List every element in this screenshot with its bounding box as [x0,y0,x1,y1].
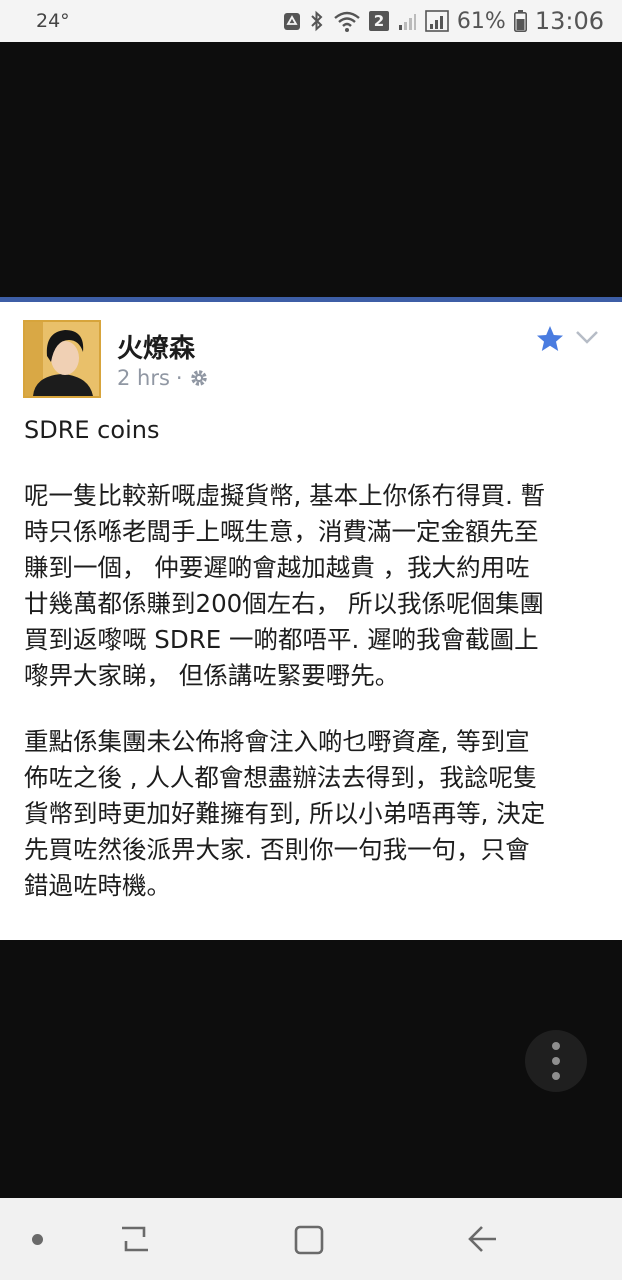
dot-icon [552,1072,560,1080]
signal-weak-icon [398,14,416,30]
post-paragraph-1: 呢一隻比較新嘅虛擬貨幣, 基本上你係冇得買. 暫 時只係喺老闆手上嘅生意，消費滿… [24,478,602,694]
gear-icon[interactable] [189,368,209,388]
battery-icon [513,10,527,32]
battery-percent: 61% [456,8,506,34]
back-icon[interactable] [466,1224,498,1254]
text-line: 賺到一個， 仲要遲啲會越加越貴 ，我大約用咗 [24,553,530,582]
navigation-bar [0,1198,622,1280]
dot-icon [552,1042,560,1050]
star-icon[interactable] [535,324,565,354]
text-line: 買到返嚟嘅 SDRE 一啲都唔平. 遲啲我會截圖上 [24,625,539,654]
more-options-button[interactable] [525,1030,587,1092]
text-line: 廿幾萬都係賺到200個左右， 所以我係呢個集團 [24,589,545,618]
avatar-portrait [25,322,99,396]
text-line: 重點係集團未公佈將會注入啲乜嘢資產, 等到宣 [24,727,530,756]
recent-apps-icon[interactable] [118,1222,152,1256]
text-line: 嚟畀大家睇， 但係講咗緊要嘢先。 [24,661,400,690]
clock: 13:06 [534,7,604,35]
temperature: 24° [36,10,70,32]
sim-number: 2 [373,12,385,30]
post-card: 火燎森 2 hrs · SDRE coins 呢一隻比較新嘅虛擬貨幣, 基本上你… [0,302,622,940]
video-area-top [0,42,622,297]
meta-separator: · [175,366,183,390]
dot-icon [552,1057,560,1065]
status-bar: 24° 2 61% 13:06 [0,0,622,42]
text-line: 時只係喺老闆手上嘅生意，消費滿一定金額先至 [24,517,539,546]
nav-dot-icon [32,1234,43,1245]
text-line: 貨幣到時更加好難擁有到, 所以小弟唔再等, 決定 [24,799,546,828]
sim-badge: 2 [368,11,389,31]
avatar[interactable] [23,320,101,398]
author-name[interactable]: 火燎森 [117,328,195,365]
post-title: SDRE coins [24,416,160,444]
text-line: 先買咗然後派畀大家. 否則你一句我一句，只會 [24,835,530,864]
chevron-down-icon[interactable] [575,329,599,345]
post-paragraph-2: 重點係集團未公佈將會注入啲乜嘢資產, 等到宣 佈咗之後 , 人人都會想盡辦法去得… [24,724,602,904]
signal-strong-icon [425,10,449,32]
text-line: 錯過咗時機。 [24,871,171,900]
home-icon[interactable] [293,1224,325,1256]
text-line: 呢一隻比較新嘅虛擬貨幣, 基本上你係冇得買. 暫 [24,481,546,510]
recycle-notification-icon [283,13,300,30]
wifi-icon [334,11,360,32]
bluetooth-icon [311,10,323,32]
post-time[interactable]: 2 hrs [117,366,170,390]
status-icons: 2 61% 13:06 [283,5,604,37]
post-meta: 2 hrs · [117,366,209,390]
text-line: 佈咗之後 , 人人都會想盡辦法去得到，我諗呢隻 [24,763,538,792]
